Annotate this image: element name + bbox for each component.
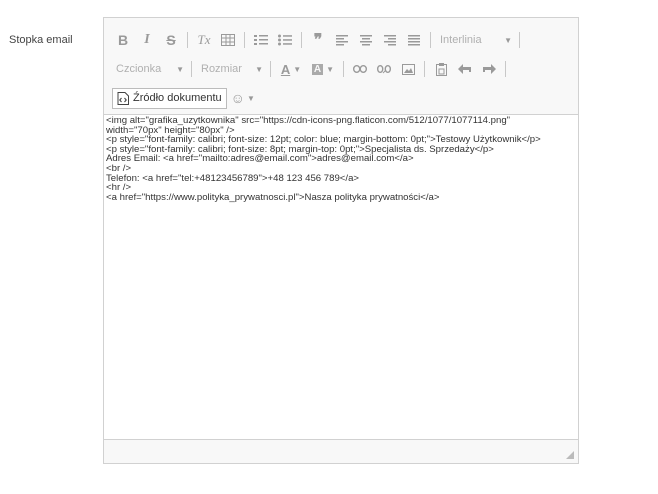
text-color-icon: A — [280, 61, 291, 77]
toolbar-separator — [430, 32, 431, 48]
strikethrough-button[interactable]: S — [160, 29, 182, 51]
table-button[interactable] — [217, 29, 239, 51]
source-code-label: Źródło dokumentu — [133, 92, 222, 104]
line-height-label: Interlinia — [440, 34, 482, 46]
chevron-down-icon: ▼ — [504, 35, 512, 45]
source-line: Adres Email: <a href="mailto:adres@email… — [106, 153, 414, 165]
toolbar-row-2: Czcionka ▼ Rozmiar ▼ A ▼ A ▼ — [112, 57, 511, 81]
align-center-icon — [360, 34, 372, 45]
source-line: <a href="https://www.polityka_prywatnosc… — [106, 191, 440, 203]
toolbar-separator — [519, 32, 520, 48]
smiley-icon: ☺ — [230, 90, 245, 106]
link-button[interactable] — [349, 58, 371, 80]
toolbar-separator — [270, 61, 271, 77]
toolbar-separator — [424, 61, 425, 77]
undo-button[interactable] — [454, 58, 476, 80]
chevron-down-icon: ▼ — [176, 64, 184, 74]
align-left-icon — [336, 34, 348, 45]
image-icon — [401, 63, 415, 75]
text-color-button[interactable]: A ▼ — [276, 58, 306, 80]
blockquote-button[interactable]: ❞ — [307, 29, 329, 51]
editor-toolbar: B I S Tx ❞ Interlinia ▼ Czcionka ▼ Rozmi… — [104, 18, 578, 114]
align-right-button[interactable] — [379, 29, 401, 51]
chevron-down-icon: ▼ — [255, 64, 263, 74]
align-left-button[interactable] — [331, 29, 353, 51]
size-label: Rozmiar — [201, 63, 242, 75]
line-height-dropdown[interactable]: Interlinia ▼ — [436, 30, 516, 50]
unlink-icon — [377, 65, 391, 74]
redo-icon — [483, 64, 496, 74]
link-icon — [353, 65, 367, 73]
ordered-list-button[interactable] — [250, 29, 272, 51]
rich-text-editor: B I S Tx ❞ Interlinia ▼ Czcionka ▼ Rozmi… — [103, 17, 579, 464]
italic-button[interactable]: I — [136, 29, 158, 51]
toolbar-separator — [505, 61, 506, 77]
font-dropdown[interactable]: Czcionka ▼ — [112, 59, 188, 79]
resize-grip-icon[interactable] — [566, 451, 574, 459]
table-icon — [221, 34, 235, 46]
background-color-icon: A — [311, 63, 324, 75]
toolbar-separator — [191, 61, 192, 77]
chevron-down-icon: ▼ — [293, 64, 302, 74]
ordered-list-icon — [254, 35, 268, 45]
bullet-list-icon — [278, 34, 292, 46]
source-code-button[interactable]: Źródło dokumentu — [112, 87, 227, 109]
source-line: Telefon: <a href="tel:+48123456789">+48 … — [106, 172, 360, 184]
emoji-button[interactable]: ☺ ▼ — [231, 90, 255, 106]
paste-icon — [435, 62, 447, 76]
source-code-textarea[interactable]: <img alt="grafika_uzytkownika" src="http… — [104, 114, 578, 440]
toolbar-separator — [301, 32, 302, 48]
undo-icon — [458, 64, 471, 74]
paste-button[interactable] — [430, 58, 452, 80]
image-button[interactable] — [397, 58, 419, 80]
field-label-stopka-email: Stopka email — [9, 34, 73, 46]
toolbar-separator — [187, 32, 188, 48]
bold-button[interactable]: B — [112, 29, 134, 51]
toolbar-row-1: B I S Tx ❞ Interlinia ▼ — [112, 28, 525, 52]
clear-format-button[interactable]: Tx — [193, 29, 215, 51]
unlink-button[interactable] — [373, 58, 395, 80]
toolbar-separator — [343, 61, 344, 77]
align-center-button[interactable] — [355, 29, 377, 51]
redo-button[interactable] — [478, 58, 500, 80]
align-justify-icon — [408, 34, 420, 45]
source-code-icon — [117, 91, 129, 105]
chevron-down-icon: ▼ — [246, 93, 255, 103]
align-right-icon — [384, 34, 396, 45]
toolbar-row-3: Źródło dokumentu ☺ ▼ — [112, 86, 255, 110]
chevron-down-icon: ▼ — [326, 64, 335, 74]
background-color-button[interactable]: A ▼ — [308, 58, 338, 80]
align-justify-button[interactable] — [403, 29, 425, 51]
size-dropdown[interactable]: Rozmiar ▼ — [197, 59, 267, 79]
bullet-list-button[interactable] — [274, 29, 296, 51]
font-label: Czcionka — [116, 63, 162, 75]
toolbar-separator — [244, 32, 245, 48]
